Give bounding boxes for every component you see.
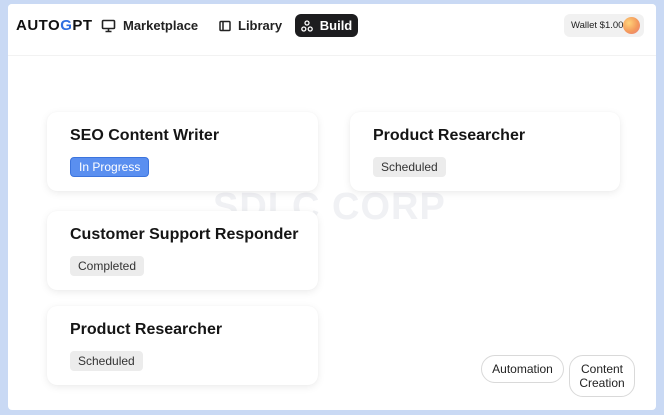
nav-build-label: Build [319, 18, 353, 33]
logo-text-g: G [60, 17, 73, 34]
nav-marketplace-label: Marketplace [123, 18, 199, 33]
agent-card-title: Product Researcher [373, 127, 526, 144]
tag-automation[interactable]: Automation [481, 355, 564, 383]
agent-card[interactable]: Customer Support Responder Completed [47, 211, 318, 290]
nav-build[interactable]: Build [295, 14, 358, 37]
agent-card[interactable]: Product Researcher Scheduled [350, 112, 620, 191]
agent-card[interactable]: Product Researcher Scheduled [47, 306, 318, 385]
user-avatar[interactable] [623, 17, 640, 34]
top-navigation-bar: AUTOGPT Marketplace Library Build Wallet… [8, 4, 656, 56]
wallet-button[interactable]: Wallet $1.00 [564, 14, 644, 37]
agent-card-title: SEO Content Writer [70, 127, 220, 144]
monitor-icon [101, 19, 116, 33]
agent-card-title: Product Researcher [70, 321, 223, 338]
app-frame: AUTOGPT Marketplace Library Build Wallet… [8, 4, 656, 410]
agent-card[interactable]: SEO Content Writer In Progress [47, 112, 318, 191]
nav-library-label: Library [238, 18, 283, 33]
logo-text-auto: AUTO [16, 17, 61, 34]
nodes-icon [300, 19, 313, 32]
status-badge: Completed [70, 256, 145, 276]
autogpt-logo[interactable]: AUTOGPT [16, 17, 93, 34]
library-icon [219, 20, 231, 32]
status-badge: Scheduled [70, 351, 143, 371]
logo-text-pt: PT [72, 17, 93, 34]
tag-content-creation[interactable]: Content Creation [569, 355, 635, 397]
status-badge: In Progress [70, 157, 150, 177]
nav-library[interactable]: Library [211, 14, 290, 37]
status-badge: Scheduled [373, 157, 446, 177]
agent-card-title: Customer Support Responder [70, 226, 299, 243]
wallet-label: Wallet $1.00 [571, 20, 624, 31]
nav-marketplace[interactable]: Marketplace [93, 14, 206, 37]
